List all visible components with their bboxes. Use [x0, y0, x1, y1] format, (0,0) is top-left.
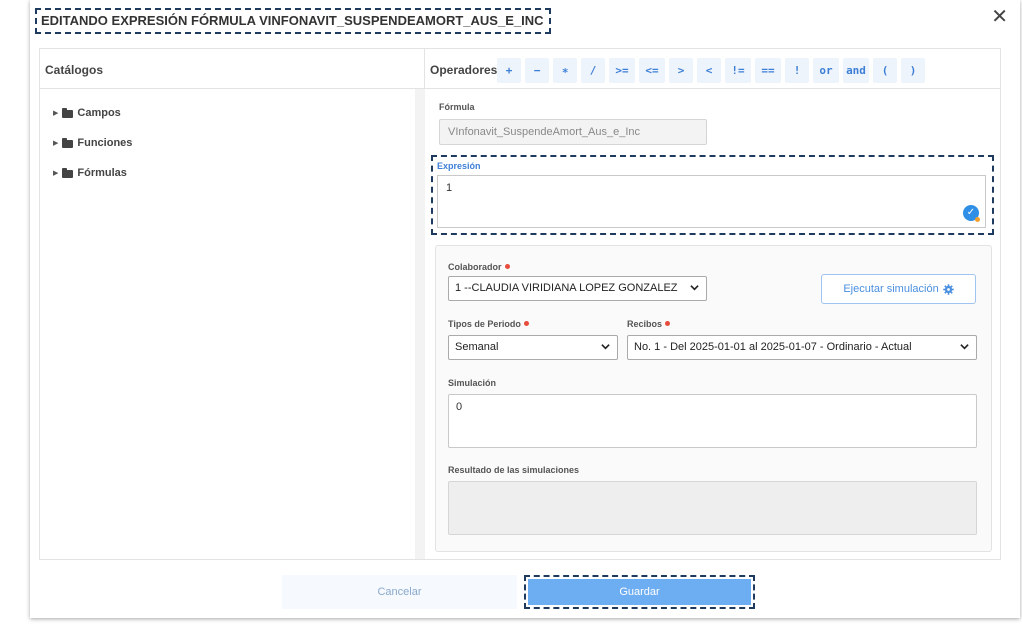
formula-name-field: VInfonavit_SuspendeAmort_Aus_e_Inc — [439, 119, 707, 145]
tree-item-label: Fórmulas — [77, 167, 127, 179]
formula-label: Fórmula — [439, 102, 475, 112]
folder-icon — [62, 137, 74, 148]
colaborador-selected-value: 1 --CLAUDIA VIRIDIANA LOPEZ GONZALEZ — [455, 282, 678, 294]
operator-button[interactable]: == — [755, 58, 781, 83]
operator-button[interactable]: >= — [609, 58, 635, 83]
expression-section: Expresión 1 ✓ — [431, 155, 994, 235]
resultados-output — [448, 481, 977, 535]
tipos-periodo-selected-value: Semanal — [455, 341, 499, 353]
tree-item-campos[interactable]: ▶ Campos — [53, 107, 121, 119]
save-button-face: Guardar — [528, 579, 751, 605]
operator-button[interactable]: or — [813, 58, 839, 83]
check-circle-icon: ✓ — [963, 205, 980, 222]
colaborador-label: Colaborador — [448, 262, 510, 272]
simulacion-textarea[interactable]: 0 — [448, 394, 977, 448]
tipos-periodo-select[interactable]: Semanal — [448, 335, 618, 360]
operator-button[interactable]: > — [669, 58, 693, 83]
editor-panel: Operadores + − ∗ / >= <= > < != ==! or and() Fórmul… — [425, 49, 1001, 559]
operator-button[interactable]: / — [581, 58, 605, 83]
operator-button[interactable]: − — [525, 58, 549, 83]
operator-button[interactable]: ) — [901, 58, 925, 83]
save-button[interactable]: Guardar — [524, 575, 755, 609]
gear-icon — [942, 283, 954, 295]
tree-item-label: Campos — [77, 107, 121, 119]
required-indicator — [523, 321, 529, 326]
caret-right-icon: ▶ — [53, 140, 59, 147]
operator-button[interactable]: != — [725, 58, 751, 83]
edit-expression-dialog: EDITANDO EXPRESIÓN FÓRMULA VINFONAVIT_SU… — [30, 0, 1020, 618]
operator-button[interactable]: ! — [785, 58, 809, 83]
caret-right-icon: ▶ — [53, 170, 59, 177]
operator-button[interactable]: and — [843, 58, 869, 83]
recibos-label: Recibos — [627, 319, 671, 329]
operator-button[interactable]: <= — [639, 58, 665, 83]
chevron-down-icon — [601, 344, 610, 350]
chevron-down-icon — [690, 285, 699, 291]
expression-text: 1 — [446, 182, 453, 194]
dialog-title: EDITANDO EXPRESIÓN FÓRMULA VINFONAVIT_SU… — [35, 8, 552, 34]
folder-icon — [62, 167, 74, 178]
tree-item-formulas[interactable]: ▶ Fórmulas — [53, 167, 127, 179]
expression-label: Expresión — [437, 161, 481, 171]
run-simulation-label: Ejecutar simulación — [843, 283, 939, 295]
operator-button[interactable]: + — [497, 58, 521, 83]
simulation-panel: Colaborador 1 --CLAUDIA VIRIDIANA LOPEZ … — [435, 245, 992, 552]
caret-right-icon: ▶ — [53, 110, 59, 117]
operator-button[interactable]: ∗ — [553, 58, 577, 83]
recibos-selected-value: No. 1 - Del 2025-01-01 al 2025-01-07 - O… — [634, 341, 912, 353]
resultados-label: Resultado de las simulaciones — [448, 465, 580, 475]
expression-editor[interactable]: 1 ✓ — [437, 175, 986, 228]
catalogs-header: Catálogos — [40, 49, 424, 89]
required-indicator — [665, 321, 671, 326]
close-icon[interactable]: ✕ — [991, 7, 1008, 27]
simulacion-value: 0 — [456, 401, 463, 413]
operator-button[interactable]: ( — [873, 58, 897, 83]
save-label: Guardar — [619, 586, 660, 598]
colaborador-select[interactable]: 1 --CLAUDIA VIRIDIANA LOPEZ GONZALEZ — [448, 276, 707, 301]
folder-icon — [62, 107, 74, 118]
operators-label: Operadores — [430, 63, 498, 77]
tipos-periodo-label: Tipos de Periodo — [448, 319, 529, 329]
recibos-select[interactable]: No. 1 - Del 2025-01-01 al 2025-01-07 - O… — [627, 335, 977, 360]
operator-button[interactable]: < — [697, 58, 721, 83]
required-indicator — [504, 264, 510, 269]
cancel-button[interactable]: Cancelar — [282, 575, 517, 609]
tree-item-label: Funciones — [77, 137, 133, 149]
catalogs-panel: Catálogos ▶ Campos ▶ Funciones ▶ Fórmula… — [40, 49, 425, 559]
cancel-label: Cancelar — [377, 586, 422, 598]
operators-toolbar: Operadores + − ∗ / >= <= > < != ==! or and() — [425, 49, 1001, 89]
dialog-header: EDITANDO EXPRESIÓN FÓRMULA VINFONAVIT_SU… — [30, 0, 1020, 36]
run-simulation-button[interactable]: Ejecutar simulación — [821, 274, 976, 304]
simulacion-label: Simulación — [448, 378, 497, 388]
dialog-body: Catálogos ▶ Campos ▶ Funciones ▶ Fórmula… — [39, 48, 1001, 560]
catalogs-scrollbar[interactable] — [415, 89, 425, 559]
tree-item-funciones[interactable]: ▶ Funciones — [53, 137, 132, 149]
chevron-down-icon — [960, 344, 969, 350]
